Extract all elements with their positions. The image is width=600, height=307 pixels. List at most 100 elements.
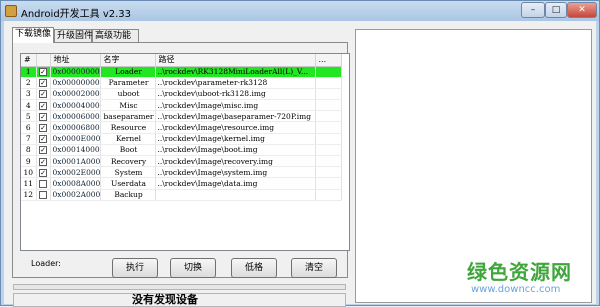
- checkbox[interactable]: ✓: [39, 157, 47, 166]
- table-row[interactable]: 8 ✓ 0x00014000 Boot ..\rockdev\Image\boot.im…: [21, 144, 342, 157]
- col-header-browse[interactable]: ...: [315, 54, 342, 67]
- window-title: Android开发工具 v2.33: [21, 9, 132, 20]
- row-number: 2: [21, 77, 37, 89]
- title-bar[interactable]: Android开发工具 v2.33 – □ ✕: [1, 1, 599, 21]
- row-path: ..\rockdev\uboot-rk3128.img: [155, 88, 316, 101]
- checkbox[interactable]: ✓: [39, 112, 47, 121]
- row-address: 0x00004000: [50, 99, 101, 112]
- loader-label: Loader:: [31, 259, 61, 268]
- tab-advanced[interactable]: 高级功能: [92, 29, 139, 43]
- close-button[interactable]: ✕: [567, 2, 597, 18]
- checkbox[interactable]: ✓: [39, 135, 47, 144]
- checkbox[interactable]: ✓: [39, 90, 47, 99]
- checkbox[interactable]: [39, 191, 47, 200]
- row-name: System: [100, 166, 156, 179]
- table-row[interactable]: 2 ✓ 0x00000000 Parameter ..\rockdev\paramete…: [21, 77, 342, 89]
- execute-button[interactable]: 执行: [112, 258, 158, 278]
- checkbox[interactable]: ✓: [39, 79, 47, 88]
- low-format-button[interactable]: 低格: [231, 258, 277, 278]
- col-header-check[interactable]: [36, 54, 51, 67]
- row-name: Recovery: [100, 155, 156, 168]
- row-name: baseparamer: [100, 110, 156, 123]
- row-browse[interactable]: [315, 177, 342, 190]
- row-checkbox[interactable]: [36, 189, 51, 201]
- row-browse[interactable]: [315, 121, 342, 134]
- row-browse[interactable]: [315, 166, 342, 179]
- col-header-num[interactable]: #: [21, 54, 37, 67]
- row-path: ..\rockdev\parameter-rk3128: [155, 77, 316, 89]
- row-address: 0x00014000: [50, 144, 101, 157]
- table-row[interactable]: 6 ✓ 0x00006800 Resource ..\rockdev\Image\res…: [21, 121, 342, 134]
- row-number: 4: [21, 99, 37, 112]
- row-path: ..\rockdev\RK3128MiniLoaderAll(L)_V...: [155, 66, 316, 78]
- row-name: Parameter: [100, 77, 156, 89]
- row-number: 10: [21, 166, 37, 179]
- watermark-logo: 绿色资源网 www.downcc.com: [467, 256, 597, 304]
- row-path: ..\rockdev\Image\recovery.img: [155, 155, 316, 168]
- row-number: 12: [21, 189, 37, 201]
- row-name: Kernel: [100, 133, 156, 145]
- switch-button[interactable]: 切换: [170, 258, 216, 278]
- checkbox[interactable]: ✓: [39, 146, 47, 155]
- row-browse[interactable]: [315, 155, 342, 168]
- row-address: 0x0000E000: [50, 133, 101, 145]
- table-row[interactable]: 5 ✓ 0x00006000 baseparamer ..\rockdev\Image\…: [21, 110, 342, 123]
- row-address: 0x00002000: [50, 88, 101, 101]
- row-path: ..\rockdev\Image\kernel.img: [155, 133, 316, 145]
- table-row[interactable]: 12 0x0002A000 Backup: [21, 189, 342, 201]
- row-browse[interactable]: [315, 133, 342, 145]
- table-row[interactable]: 4 ✓ 0x00004000 Misc ..\rockdev\Image\misc.im…: [21, 99, 342, 112]
- row-checkbox[interactable]: ✓: [36, 110, 51, 123]
- row-checkbox[interactable]: ✓: [36, 166, 51, 179]
- row-checkbox[interactable]: ✓: [36, 66, 51, 78]
- col-header-name[interactable]: 名字: [100, 54, 156, 67]
- row-checkbox[interactable]: ✓: [36, 77, 51, 89]
- row-number: 9: [21, 155, 37, 168]
- row-checkbox[interactable]: [36, 177, 51, 190]
- row-name: Userdata: [100, 177, 156, 190]
- row-address: 0x00000000: [50, 66, 101, 78]
- row-checkbox[interactable]: ✓: [36, 133, 51, 145]
- table-row[interactable]: 11 0x0008A000 Userdata ..\rockdev\Image\dat…: [21, 177, 342, 190]
- row-browse[interactable]: [315, 77, 342, 89]
- row-name: Misc: [100, 99, 156, 112]
- table-row[interactable]: 10 ✓ 0x0002E000 System ..\rockdev\Image\syst…: [21, 166, 342, 179]
- row-browse[interactable]: [315, 144, 342, 157]
- row-browse[interactable]: [315, 88, 342, 101]
- maximize-button[interactable]: □: [545, 2, 567, 18]
- row-browse[interactable]: [315, 99, 342, 112]
- row-checkbox[interactable]: ✓: [36, 88, 51, 101]
- row-browse[interactable]: [315, 189, 342, 201]
- checkbox[interactable]: [39, 179, 47, 188]
- tab-upgrade-firmware[interactable]: 升级固件: [54, 29, 93, 43]
- row-path: ..\rockdev\Image\baseparamer-720P.img: [155, 110, 316, 123]
- minimize-button[interactable]: –: [521, 2, 545, 18]
- table-row[interactable]: 1 ✓ 0x00000000 Loader ..\rockdev\RK3128MiniL…: [21, 66, 342, 78]
- table-header-row: # 地址 名字 路径 ...: [21, 54, 342, 67]
- col-header-path[interactable]: 路径: [155, 54, 316, 67]
- row-number: 8: [21, 144, 37, 157]
- row-address: 0x00006000: [50, 110, 101, 123]
- row-number: 3: [21, 88, 37, 101]
- row-address: 0x0001A000: [50, 155, 101, 168]
- col-header-address[interactable]: 地址: [50, 54, 101, 67]
- checkbox[interactable]: ✓: [39, 168, 47, 177]
- tab-download-image[interactable]: 下载镜像: [12, 27, 54, 43]
- checkbox[interactable]: ✓: [39, 101, 47, 110]
- row-browse[interactable]: [315, 66, 342, 78]
- row-name: Resource: [100, 121, 156, 134]
- clear-button[interactable]: 清空: [291, 258, 337, 278]
- row-checkbox[interactable]: ✓: [36, 155, 51, 168]
- table-row[interactable]: 3 ✓ 0x00002000 uboot ..\rockdev\uboot-rk3128…: [21, 88, 342, 101]
- checkbox[interactable]: ✓: [39, 68, 47, 77]
- row-browse[interactable]: [315, 110, 342, 123]
- row-checkbox[interactable]: ✓: [36, 144, 51, 157]
- checkbox[interactable]: ✓: [39, 124, 47, 133]
- progress-bar: [13, 284, 346, 290]
- table-row[interactable]: 9 ✓ 0x0001A000 Recovery ..\rockdev\Image\rec…: [21, 155, 342, 168]
- row-name: Boot: [100, 144, 156, 157]
- row-name: uboot: [100, 88, 156, 101]
- table-row[interactable]: 7 ✓ 0x0000E000 Kernel ..\rockdev\Image\kerne…: [21, 133, 342, 145]
- row-checkbox[interactable]: ✓: [36, 121, 51, 134]
- row-checkbox[interactable]: ✓: [36, 99, 51, 112]
